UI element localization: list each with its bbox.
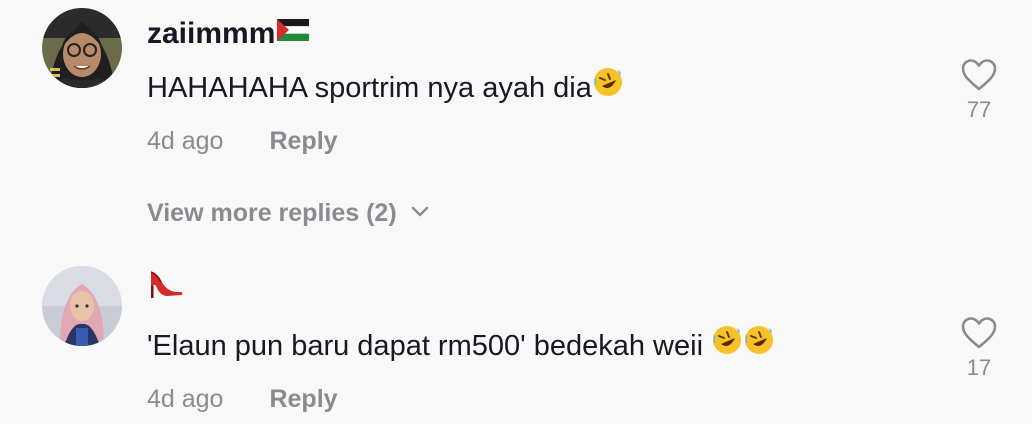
username-text[interactable]: zaiimmm xyxy=(147,17,275,50)
comment-meta: 4d ago Reply xyxy=(147,384,338,414)
like-count: 77 xyxy=(966,97,992,122)
like-count: 17 xyxy=(966,355,992,380)
heart-icon[interactable] xyxy=(960,59,998,96)
reply-button[interactable]: Reply xyxy=(269,127,337,155)
rolling-laughing-emoji-icon xyxy=(743,324,775,365)
comment-text-content: HAHAHAHA sportrim nya ayah dia xyxy=(147,72,592,104)
rolling-laughing-emoji-icon xyxy=(711,324,743,365)
avatar[interactable] xyxy=(42,266,122,346)
username[interactable] xyxy=(147,268,185,309)
avatar[interactable] xyxy=(42,8,122,88)
high-heel-shoe-icon xyxy=(147,262,185,309)
comment-meta: 4d ago Reply xyxy=(147,126,338,156)
username[interactable]: zaiimmm xyxy=(147,14,310,52)
rolling-laughing-emoji-icon xyxy=(592,66,624,107)
comment-time: 4d ago xyxy=(147,127,224,155)
like-button[interactable]: 17 xyxy=(958,316,1000,381)
palestine-flag-icon xyxy=(277,14,310,50)
reply-button[interactable]: Reply xyxy=(269,385,337,413)
comment-text-content: 'Elaun pun baru dapat rm500' bedekah wei… xyxy=(147,330,712,362)
comment-text: 'Elaun pun baru dapat rm500' bedekah wei… xyxy=(147,325,775,365)
comment-time: 4d ago xyxy=(147,385,224,413)
view-more-replies-label[interactable]: View more replies (2) xyxy=(147,199,397,227)
comment-text: HAHAHAHA sportrim nya ayah dia xyxy=(147,67,624,107)
view-more-replies-button[interactable]: View more replies (2) xyxy=(147,198,429,228)
chevron-down-icon[interactable] xyxy=(411,206,429,218)
heart-icon[interactable] xyxy=(960,317,998,354)
like-button[interactable]: 77 xyxy=(958,58,1000,123)
